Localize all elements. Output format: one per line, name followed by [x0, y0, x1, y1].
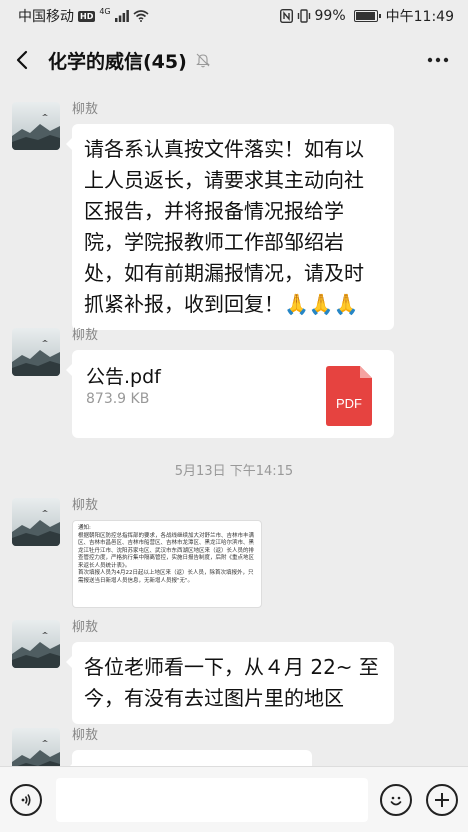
sender-name: 柳敖	[72, 102, 99, 117]
sender-name: 柳敖	[72, 728, 99, 743]
nfc-icon	[279, 9, 293, 23]
more-icon	[427, 57, 449, 63]
clock: 中午11:49	[385, 9, 454, 25]
sender-name: 柳敖	[72, 328, 99, 343]
emoji-button[interactable]	[380, 783, 412, 816]
avatar[interactable]	[12, 620, 60, 668]
chat-area[interactable]: 柳敖 请各系认真按文件落实！如有以上人员返长，请要求其主动向社区报告，并将报备情…	[0, 88, 468, 766]
back-button[interactable]	[0, 32, 44, 88]
avatar[interactable]	[12, 498, 60, 546]
image-message[interactable]: 通知: 根据朝阳区防控总指挥部的要求，各战线继续加大对舒兰市、吉林市丰满区、吉林…	[72, 520, 262, 608]
pdf-badge-label: PDF	[336, 396, 362, 411]
more-button[interactable]	[422, 46, 454, 74]
image-text-line: 首次填报人员为4月22日起以上地区来（返）长人员，除首次填报外，只需报送当日新增…	[78, 570, 254, 584]
hd-badge: HD	[78, 10, 96, 22]
battery-icon	[353, 10, 381, 22]
message-input[interactable]	[56, 777, 368, 822]
signal-icon	[114, 10, 129, 22]
avatar[interactable]	[12, 328, 60, 376]
message-bubble[interactable]	[66, 750, 312, 766]
image-text-line: 通知:	[78, 525, 91, 531]
message-item: 柳敖 请各系认真按文件落实！如有以上人员返长，请要求其主动向社区报告，并将报备情…	[12, 102, 394, 330]
voice-button[interactable]	[10, 783, 42, 816]
plus-button[interactable]	[426, 783, 458, 816]
chevron-left-icon	[16, 50, 28, 70]
message-item: 柳敖 通知: 根据朝阳区防控总指挥部的要求，各战线继续加大对舒兰市、吉林市丰满区…	[12, 498, 262, 608]
avatar[interactable]	[12, 102, 60, 150]
vibrate-icon	[297, 9, 310, 23]
file-message[interactable]: 公告.pdf 873.9 KB PDF	[66, 350, 394, 438]
message-item: 柳敖 公告.pdf 873.9 KB PDF	[12, 328, 394, 438]
sender-name: 柳敖	[72, 620, 99, 635]
message-item: 柳敖 各位老师看一下，从４月 22~ 至今，有没有去过图片里的地区	[12, 620, 394, 724]
input-bar	[0, 766, 468, 832]
chat-header: 化学的威信(45)	[0, 32, 468, 88]
plus-icon	[435, 792, 449, 807]
battery-percent: 99%	[314, 8, 346, 24]
network-type: 4G	[99, 6, 111, 16]
message-bubble[interactable]: 各位老师看一下，从４月 22~ 至今，有没有去过图片里的地区	[66, 642, 394, 724]
image-text-line: 根据朝阳区防控总指挥部的要求，各战线继续加大对舒兰市、吉林市丰满区、吉林市昌邑区…	[78, 532, 255, 569]
wifi-icon	[133, 10, 149, 22]
sender-name: 柳敖	[72, 498, 99, 513]
status-right: 99% 中午11:49	[279, 6, 454, 26]
bell-off-icon	[195, 53, 210, 68]
emoji-icon	[390, 796, 402, 805]
chat-title[interactable]: 化学的威信(45)	[48, 47, 187, 74]
status-bar: 中国移动 HD 4G 99% 中午11:49	[0, 0, 468, 32]
voice-icon	[21, 793, 31, 806]
status-left: 中国移动 HD 4G	[18, 6, 149, 26]
carrier-label: 中国移动	[18, 9, 74, 25]
message-item: 柳敖	[12, 728, 312, 766]
pdf-file-icon: PDF	[326, 366, 372, 426]
timestamp: 5月13日 下午14:15	[174, 464, 294, 479]
avatar[interactable]	[12, 728, 60, 766]
message-bubble[interactable]: 请各系认真按文件落实！如有以上人员返长，请要求其主动向社区报告，并将报备情况报给…	[66, 124, 394, 330]
